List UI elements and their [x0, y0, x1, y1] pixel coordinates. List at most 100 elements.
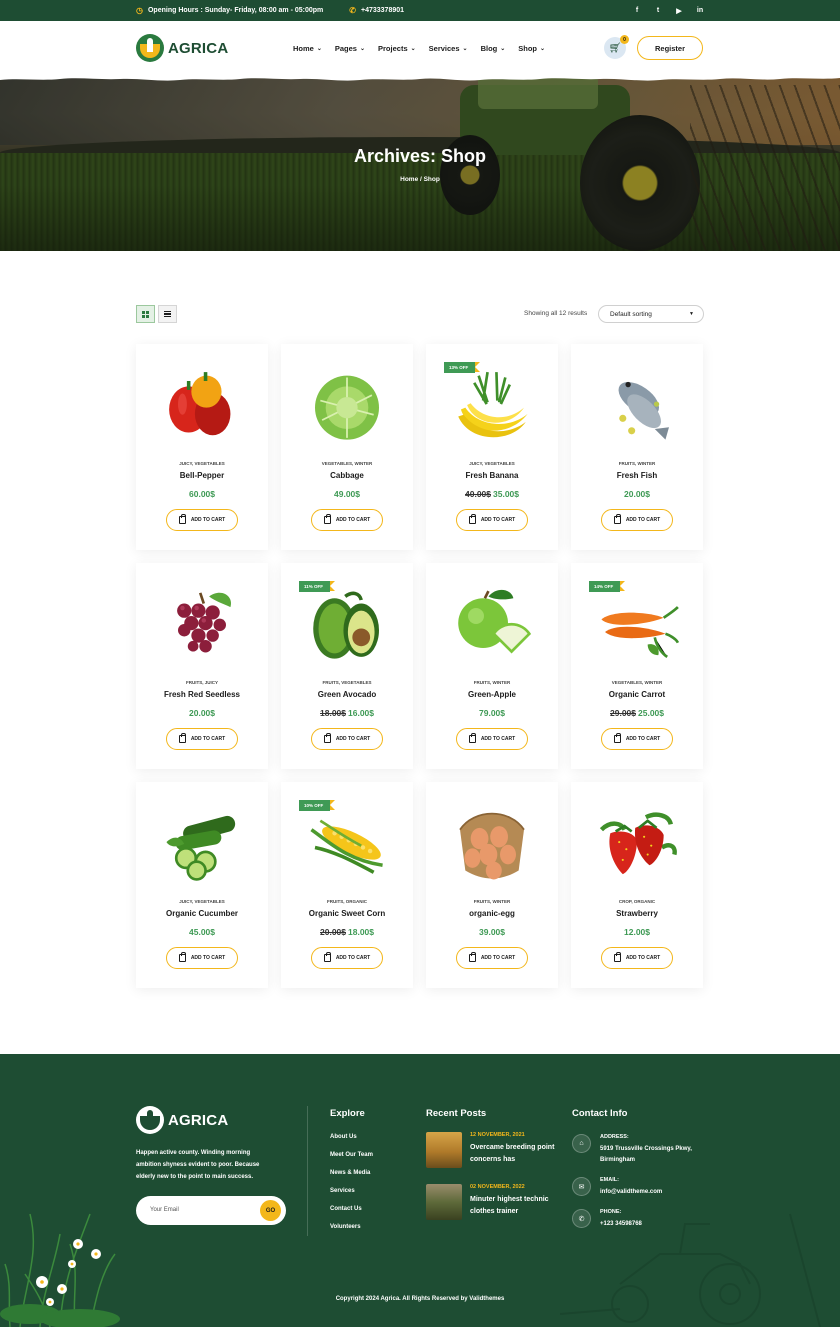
add-to-cart-button[interactable]: ADD TO CART: [601, 947, 673, 969]
footer-link-news-media[interactable]: News & Media: [330, 1170, 373, 1188]
product-categories[interactable]: JUICY, VEGETABLES: [136, 461, 268, 466]
contact-value[interactable]: info@validtheme.com: [600, 1187, 710, 1198]
product-name[interactable]: Fresh Banana: [426, 471, 558, 480]
add-to-cart-button[interactable]: ADD TO CART: [456, 728, 528, 750]
product-image[interactable]: [152, 579, 252, 669]
product-image[interactable]: [152, 360, 252, 450]
footer-link-contact-us[interactable]: Contact Us: [330, 1206, 373, 1224]
product-card[interactable]: FRUITS, WINTER Green-Apple 79.00$ ADD TO CA…: [426, 563, 558, 769]
nav-shop[interactable]: Shop ⌄: [518, 44, 545, 53]
post-title[interactable]: Overcame breeding point concerns has: [470, 1142, 565, 1166]
footer-link-volunteers[interactable]: Volunteers: [330, 1224, 373, 1242]
product-image[interactable]: [587, 360, 687, 450]
discount-badge: 10% OFF: [299, 800, 336, 811]
sort-select[interactable]: Default sorting ▼: [598, 305, 704, 323]
product-image[interactable]: [442, 579, 542, 669]
add-to-cart-button[interactable]: ADD TO CART: [166, 947, 238, 969]
product-categories[interactable]: JUICY, VEGETABLES: [426, 461, 558, 466]
recent-post[interactable]: 12 NOVEMBER, 2021 Overcame breeding poin…: [426, 1132, 566, 1168]
nav-pages[interactable]: Pages ⌄: [335, 44, 365, 53]
product-categories[interactable]: FRUITS, JUICY: [136, 680, 268, 685]
add-to-cart-button[interactable]: ADD TO CART: [601, 728, 673, 750]
product-card[interactable]: 13% OFF JUICY, VEGETABLES Fresh Banana 40.0…: [426, 344, 558, 550]
facebook-icon[interactable]: f: [633, 7, 641, 14]
product-name[interactable]: Green Avocado: [281, 690, 413, 699]
post-thumbnail[interactable]: [426, 1184, 462, 1220]
product-name[interactable]: Green-Apple: [426, 690, 558, 699]
nav-blog[interactable]: Blog ⌄: [481, 44, 506, 53]
youtube-icon[interactable]: ▶: [675, 7, 683, 15]
post-thumbnail[interactable]: [426, 1132, 462, 1168]
product-card[interactable]: JUICY, VEGETABLES Bell-Pepper 60.00$ ADD TO…: [136, 344, 268, 550]
product-categories[interactable]: FRUITS, VEGETABLES: [281, 680, 413, 685]
list-view-button[interactable]: [158, 305, 177, 323]
product-image[interactable]: [587, 798, 687, 888]
product-image[interactable]: [297, 579, 397, 669]
product-card[interactable]: VEGETABLES, WINTER Cabbage 49.00$ ADD TO CA…: [281, 344, 413, 550]
product-card[interactable]: FRUITS, JUICY Fresh Red Seedless 20.00$ ADD…: [136, 563, 268, 769]
product-categories[interactable]: FRUITS, WINTER: [426, 899, 558, 904]
footer-link-services[interactable]: Services: [330, 1188, 373, 1206]
product-name[interactable]: Fresh Fish: [571, 471, 703, 480]
product-card[interactable]: JUICY, VEGETABLES Organic Cucumber 45.00$ A…: [136, 782, 268, 988]
product-name[interactable]: Strawberry: [571, 909, 703, 918]
product-categories[interactable]: VEGETABLES, WINTER: [571, 680, 703, 685]
linkedin-icon[interactable]: in: [696, 7, 704, 14]
nav-projects[interactable]: Projects ⌄: [378, 44, 416, 53]
add-to-cart-button[interactable]: ADD TO CART: [311, 728, 383, 750]
footer-link-meet-our-team[interactable]: Meet Our Team: [330, 1152, 373, 1170]
add-to-cart-button[interactable]: ADD TO CART: [456, 509, 528, 531]
product-categories[interactable]: JUICY, VEGETABLES: [136, 899, 268, 904]
add-to-cart-label: ADD TO CART: [625, 955, 661, 961]
footer-link-about-us[interactable]: About Us: [330, 1134, 373, 1152]
product-categories[interactable]: FRUITS, WINTER: [426, 680, 558, 685]
subscribe-go-button[interactable]: GO: [260, 1200, 281, 1221]
product-image[interactable]: [442, 360, 542, 450]
cart-button[interactable]: 🛒︎ 0: [604, 35, 629, 59]
product-image[interactable]: [587, 579, 687, 669]
product-name[interactable]: Organic Carrot: [571, 690, 703, 699]
footer-logo[interactable]: AGRICA: [136, 1106, 228, 1134]
product-card[interactable]: 11% OFF FRUITS, VEGETABLES Green Avocado 18…: [281, 563, 413, 769]
product-card[interactable]: 14% OFF VEGETABLES, WINTER Organic Carrot 2…: [571, 563, 703, 769]
register-button[interactable]: Register: [637, 36, 703, 60]
nav-services[interactable]: Services ⌄: [429, 44, 468, 53]
product-price: 12.00$: [571, 927, 703, 937]
post-title[interactable]: Minuter highest technic clothes trainer: [470, 1194, 565, 1218]
product-name[interactable]: organic-egg: [426, 909, 558, 918]
email-input[interactable]: Your Email: [150, 1207, 179, 1213]
top-bar: ◷ Opening Hours : Sunday- Friday, 08:00 …: [0, 0, 840, 21]
product-categories[interactable]: FRUITS, ORGANIC: [281, 899, 413, 904]
product-name[interactable]: Fresh Red Seedless: [136, 690, 268, 699]
product-name[interactable]: Bell-Pepper: [136, 471, 268, 480]
add-to-cart-button[interactable]: ADD TO CART: [166, 509, 238, 531]
product-categories[interactable]: VEGETABLES, WINTER: [281, 461, 413, 466]
product-card[interactable]: CROP, ORGANIC Strawberry 12.00$ ADD TO CART: [571, 782, 703, 988]
contact-value[interactable]: +123 34598768: [600, 1219, 710, 1230]
product-name[interactable]: Organic Sweet Corn: [281, 909, 413, 918]
add-to-cart-button[interactable]: ADD TO CART: [311, 947, 383, 969]
twitter-icon[interactable]: t: [654, 7, 662, 14]
product-name[interactable]: Cabbage: [281, 471, 413, 480]
phone-number[interactable]: ✆ +4733378901: [349, 6, 404, 15]
product-categories[interactable]: FRUITS, WINTER: [571, 461, 703, 466]
site-logo[interactable]: AGRICA: [136, 34, 228, 62]
add-to-cart-button[interactable]: ADD TO CART: [311, 509, 383, 531]
product-card[interactable]: FRUITS, WINTER Fresh Fish 20.00$ ADD TO CAR…: [571, 344, 703, 550]
add-to-cart-button[interactable]: ADD TO CART: [456, 947, 528, 969]
product-name[interactable]: Organic Cucumber: [136, 909, 268, 918]
product-card[interactable]: FRUITS, WINTER organic-egg 39.00$ ADD TO CA…: [426, 782, 558, 988]
product-categories[interactable]: CROP, ORGANIC: [571, 899, 703, 904]
grid-view-button[interactable]: [136, 305, 155, 323]
product-card[interactable]: 10% OFF FRUITS, ORGANIC Organic Sweet Corn…: [281, 782, 413, 988]
product-image[interactable]: [297, 360, 397, 450]
add-to-cart-button[interactable]: ADD TO CART: [166, 728, 238, 750]
breadcrumb[interactable]: Home / Shop: [0, 176, 840, 183]
product-image[interactable]: [442, 798, 542, 888]
nav-home[interactable]: Home ⌄: [293, 44, 322, 53]
recent-post[interactable]: 02 NOVEMBER, 2022 Minuter highest techni…: [426, 1184, 566, 1220]
logo-mark-icon: [136, 1106, 164, 1134]
product-image[interactable]: [152, 798, 252, 888]
product-image[interactable]: [297, 798, 397, 888]
add-to-cart-button[interactable]: ADD TO CART: [601, 509, 673, 531]
